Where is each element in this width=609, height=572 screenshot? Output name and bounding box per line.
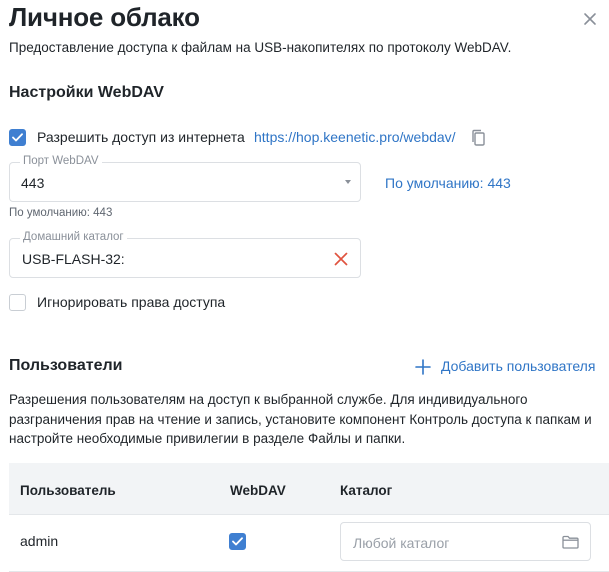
copy-icon[interactable] [470,129,486,147]
chevron-down-icon [345,180,351,184]
ignore-permissions-label: Игнорировать права доступа [37,294,226,310]
webdav-url-link[interactable]: https://hop.keenetic.pro/webdav/ [254,129,456,145]
webdav-settings-heading: Настройки WebDAV [9,84,164,101]
port-select[interactable]: Порт WebDAV 443 [9,155,361,202]
column-user: Пользователь [20,483,116,498]
add-user-label: Добавить пользователя [441,358,596,374]
port-default-link[interactable]: По умолчанию: 443 [385,175,511,191]
dialog-title: Личное облако [9,2,200,32]
home-dir-field[interactable]: Домашний каталог USB-FLASH-32: [9,231,361,278]
dialog-subtitle: Предоставление доступа к файлам на USB-н… [9,40,512,55]
users-table-header: Пользователь WebDAV Каталог [9,463,609,515]
folder-icon [562,535,579,549]
row-user-name: admin [20,533,59,549]
home-dir-value: USB-FLASH-32: [22,251,125,267]
table-row: admin Любой каталог [9,515,609,572]
home-dir-legend: Домашний каталог [20,231,127,243]
close-icon[interactable] [581,10,599,28]
row-directory-select[interactable]: Любой каталог [340,522,591,561]
port-legend: Порт WebDAV [20,155,102,167]
port-hint: По умолчанию: 443 [9,207,113,219]
plus-icon [415,359,431,375]
users-description: Разрешения пользователям на доступ к выб… [9,392,592,446]
ignore-permissions-checkbox[interactable] [9,294,26,311]
users-heading: Пользователи [9,357,123,374]
allow-internet-checkbox[interactable] [9,129,26,146]
check-icon [232,537,243,546]
port-value: 443 [21,175,45,191]
allow-internet-label: Разрешить доступ из интернета [37,129,245,145]
row-directory-placeholder: Любой каталог [353,535,450,551]
clear-icon[interactable] [334,252,348,266]
row-webdav-checkbox[interactable] [229,533,246,550]
column-directory: Каталог [340,483,393,498]
column-webdav: WebDAV [230,483,286,498]
check-icon [12,133,23,142]
